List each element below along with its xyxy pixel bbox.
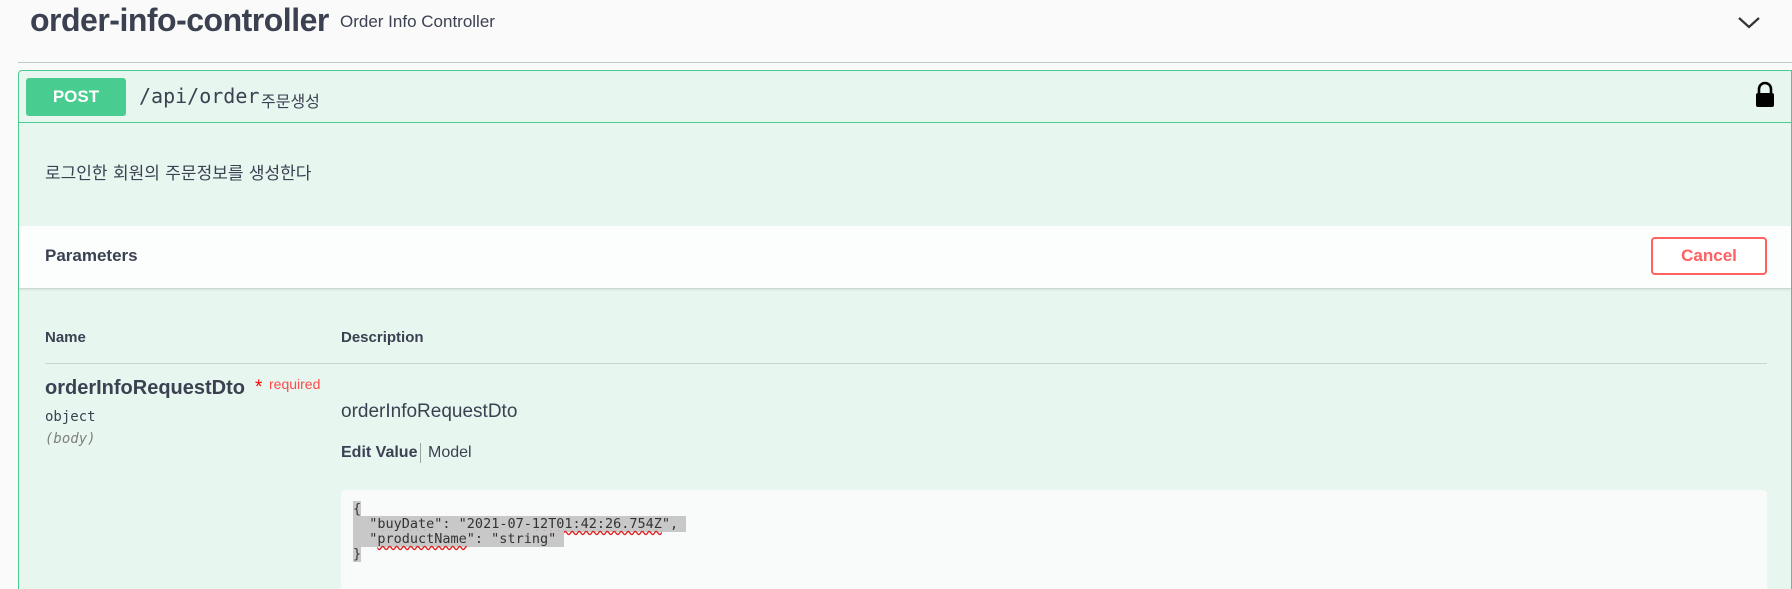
code-line: "productName": "string" [353,531,565,547]
code-text: " [353,516,378,532]
opblock-summary[interactable]: POST /api/order 주문생성 [19,71,1791,123]
column-header-name: Name [45,329,86,346]
tag-name: order-info-controller [30,2,329,38]
column-header-description: Description [341,329,424,346]
code-line: } [353,546,362,562]
code-key: productName [377,531,467,547]
tab-separator [420,443,421,463]
param-desc-title: orderInfoRequestDto [341,401,518,422]
tab-edit-value[interactable]: Edit Value [341,444,417,462]
code-value: 12T01:42:26.754Z [531,516,662,532]
code-text: { [353,501,362,517]
body-textarea[interactable]: { "buyDate": "2021-07-12T01:42:26.754Z",… [341,490,1767,589]
code-line: { [353,501,362,517]
opblock-post: POST /api/order 주문생성 로그인한 회원의 주문정보를 생성한다… [18,70,1792,589]
operation-summary: 주문생성 [261,92,320,111]
operation-description: 로그인한 회원의 주문정보를 생성한다 [45,164,312,184]
operation-path: /api/order [139,84,260,108]
lock-icon[interactable] [1753,81,1777,109]
param-in: (body) [45,431,96,447]
tag-header[interactable]: order-info-controller Order Info Control… [0,0,1792,62]
code-text: } [353,546,362,562]
code-text: " [353,531,378,547]
tab-model[interactable]: Model [428,444,472,462]
tag-divider [18,62,1792,63]
tag-description: Order Info Controller [340,12,495,31]
code-text: ": "string" [466,531,557,547]
code-key: buyDate [377,516,435,532]
required-asterisk: * [255,377,263,398]
param-type: object [45,409,96,425]
table-divider [45,363,1767,364]
param-name: orderInfoRequestDto [45,377,245,399]
cancel-button[interactable]: Cancel [1651,237,1767,275]
required-label: required [269,376,321,392]
chevron-down-icon[interactable] [1736,10,1762,34]
method-badge: POST [26,78,126,116]
code-line: "buyDate": "2021-07-12T01:42:26.754Z", [353,516,687,532]
parameters-title: Parameters [45,246,138,265]
parameters-header: Parameters Cancel [19,226,1791,289]
code-text: ", [661,516,679,532]
code-text: ": "2021-07- [434,516,532,532]
